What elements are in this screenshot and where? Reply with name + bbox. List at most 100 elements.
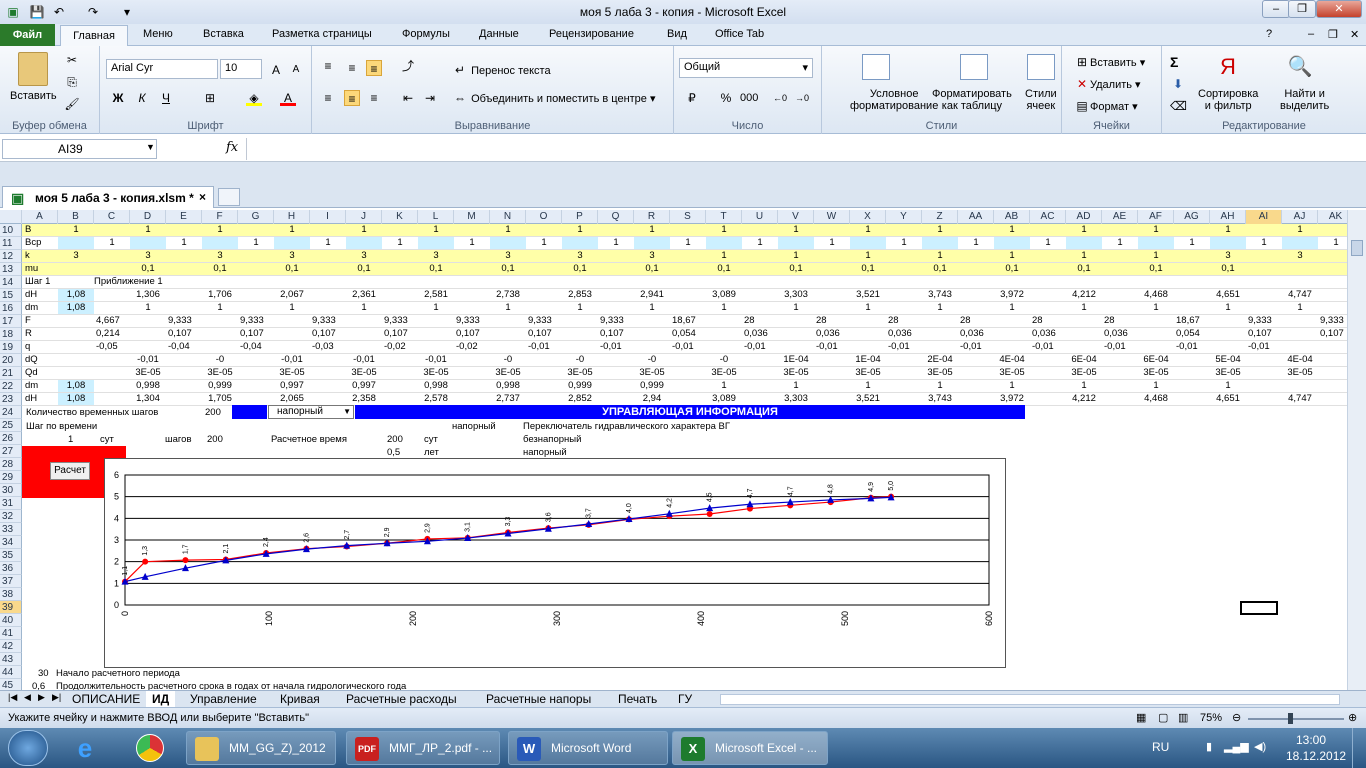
cell[interactable]: -0,01 — [1030, 341, 1066, 353]
cell[interactable] — [706, 328, 742, 340]
cell[interactable] — [454, 393, 490, 405]
row-header[interactable]: 43 — [0, 653, 22, 666]
cell[interactable]: 2E-04 — [922, 354, 958, 366]
column-header-ae[interactable]: AE — [1102, 210, 1138, 224]
cell[interactable]: 1 — [778, 302, 814, 314]
cell[interactable] — [58, 276, 94, 288]
decrease-decimal-icon[interactable]: →0 — [794, 90, 810, 106]
column-header-p[interactable]: P — [562, 210, 598, 224]
sheet-tab-id[interactable]: ИД — [146, 691, 176, 707]
cell[interactable] — [130, 328, 166, 340]
cell[interactable]: 5E-04 — [1210, 354, 1246, 366]
cell[interactable] — [742, 393, 778, 405]
cell[interactable] — [382, 354, 418, 366]
cell[interactable] — [1282, 237, 1318, 249]
cell[interactable]: 9,333 — [526, 315, 562, 327]
ribbon-close-icon[interactable]: ✕ — [1350, 28, 1359, 41]
cell[interactable]: 9,333 — [1318, 315, 1347, 327]
cell[interactable]: 3,972 — [994, 393, 1030, 405]
cell[interactable]: 0,107 — [1318, 328, 1347, 340]
cell[interactable]: 1 — [850, 380, 886, 392]
column-header-t[interactable]: T — [706, 210, 742, 224]
cell[interactable]: 3E-05 — [130, 367, 166, 379]
cell[interactable]: 18,67 — [670, 315, 706, 327]
cell[interactable]: -0,01 — [346, 354, 382, 366]
cell[interactable] — [238, 393, 274, 405]
row-header[interactable]: 16 — [0, 302, 22, 315]
percent-icon[interactable]: % — [718, 90, 734, 106]
cell[interactable] — [634, 328, 670, 340]
cell[interactable]: 1 — [1318, 237, 1347, 249]
cell[interactable]: 1 — [418, 224, 454, 236]
cell[interactable]: 3 — [130, 250, 166, 262]
cell[interactable]: -0,02 — [454, 341, 490, 353]
cell[interactable]: 1 — [130, 224, 166, 236]
cell[interactable] — [238, 367, 274, 379]
column-header-f[interactable]: F — [202, 210, 238, 224]
cell[interactable] — [166, 289, 202, 301]
cell[interactable]: 9,333 — [598, 315, 634, 327]
cell[interactable] — [850, 341, 886, 353]
row-label[interactable]: Bcp — [25, 237, 41, 249]
cell[interactable]: 1 — [1210, 224, 1246, 236]
row-label[interactable]: Qd — [25, 367, 38, 379]
cell[interactable] — [94, 250, 130, 262]
copy-icon[interactable]: ⎘ — [64, 74, 80, 90]
cell[interactable] — [526, 224, 562, 236]
tab-formulas[interactable]: Формулы — [402, 28, 450, 40]
cell[interactable] — [670, 250, 706, 262]
cell[interactable] — [670, 302, 706, 314]
cell[interactable]: 1 — [814, 237, 850, 249]
row-label[interactable]: Шаг 1 — [25, 276, 50, 288]
row-label[interactable]: dm — [25, 380, 38, 392]
cell[interactable] — [1246, 289, 1282, 301]
cell[interactable]: 1 — [778, 250, 814, 262]
column-header-x[interactable]: X — [850, 210, 886, 224]
cell[interactable] — [94, 367, 130, 379]
tab-file[interactable]: Файл — [0, 24, 55, 46]
fill-color-icon[interactable]: ◈ — [246, 90, 262, 106]
cell[interactable] — [94, 224, 130, 236]
cell[interactable] — [526, 289, 562, 301]
cell[interactable]: 3E-05 — [202, 367, 238, 379]
cell[interactable] — [1066, 237, 1102, 249]
column-header-y[interactable]: Y — [886, 210, 922, 224]
cell[interactable] — [130, 341, 166, 353]
cell[interactable]: -0,01 — [1246, 341, 1282, 353]
cell[interactable] — [1102, 302, 1138, 314]
cell[interactable] — [850, 315, 886, 327]
cell[interactable]: 3E-05 — [1138, 367, 1174, 379]
cell[interactable]: 1 — [94, 237, 130, 249]
sheet-tab-print[interactable]: Печать — [612, 691, 663, 707]
cell[interactable] — [454, 380, 490, 392]
cell[interactable]: 1 — [1102, 237, 1138, 249]
cell[interactable] — [382, 263, 418, 275]
cell[interactable]: 1,08 — [58, 380, 94, 392]
cell[interactable]: 1,08 — [58, 393, 94, 405]
cell[interactable]: -0,01 — [814, 341, 850, 353]
ribbon-minimize-icon[interactable]: – — [1308, 28, 1314, 40]
cell[interactable]: 3,972 — [994, 289, 1030, 301]
cell[interactable] — [634, 237, 670, 249]
network-icon[interactable]: ▂▄▆ — [1224, 740, 1249, 753]
cell[interactable] — [238, 354, 274, 366]
cell[interactable]: 3E-05 — [346, 367, 382, 379]
cell[interactable] — [382, 302, 418, 314]
cell[interactable] — [1246, 224, 1282, 236]
cell[interactable] — [1102, 393, 1138, 405]
row-header[interactable]: 41 — [0, 627, 22, 640]
cell[interactable] — [598, 367, 634, 379]
cell[interactable] — [814, 393, 850, 405]
column-header-w[interactable]: W — [814, 210, 850, 224]
cell[interactable] — [202, 237, 238, 249]
cell[interactable] — [94, 302, 130, 314]
cell[interactable]: 0,054 — [1174, 328, 1210, 340]
cell[interactable] — [58, 315, 94, 327]
font-name-combo[interactable]: Arial Cyr — [106, 59, 218, 79]
cell[interactable] — [454, 289, 490, 301]
cell[interactable]: 2,581 — [418, 289, 454, 301]
cell[interactable]: 0,998 — [130, 380, 166, 392]
cell[interactable]: 1 — [994, 250, 1030, 262]
cell[interactable] — [958, 289, 994, 301]
cell[interactable]: 1 — [202, 302, 238, 314]
